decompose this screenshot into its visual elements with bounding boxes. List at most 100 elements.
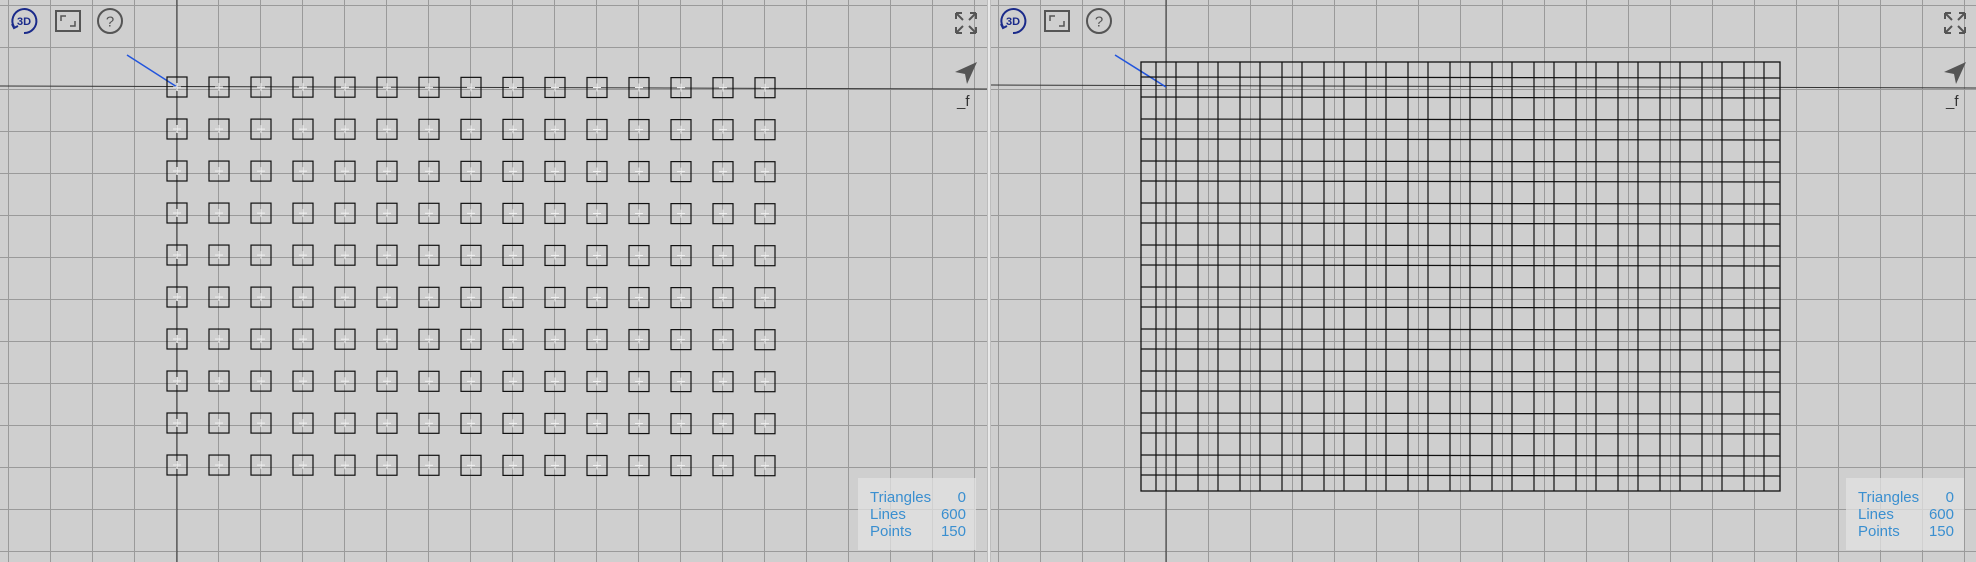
- wire-square: [712, 371, 734, 393]
- stats-row-lines: Lines 600: [858, 506, 976, 523]
- wire-square: [586, 370, 608, 393]
- help-button[interactable]: ?: [1083, 5, 1115, 37]
- stats-row-lines: Lines 600: [1846, 506, 1964, 523]
- wire-square: [334, 412, 356, 434]
- wire-square: [376, 328, 398, 350]
- navigation-arrow-icon: [1944, 62, 1966, 84]
- wire-square: [754, 371, 776, 393]
- wire-square: [418, 202, 440, 224]
- wire-square: [586, 202, 608, 225]
- wire-square: [250, 370, 272, 392]
- frame-view-button[interactable]: [1041, 5, 1073, 37]
- frame-icon: [55, 10, 81, 32]
- wire-square: [376, 160, 398, 182]
- scene-canvas-left[interactable]: [0, 0, 987, 562]
- wire-square: [670, 455, 692, 477]
- wire-square: [586, 244, 608, 267]
- f-label: _f: [957, 93, 970, 110]
- view-3d-toggle-button[interactable]: 3D: [8, 5, 40, 37]
- wire-square: [418, 412, 440, 434]
- wire-square: [754, 203, 776, 225]
- view-3d-toggle-button[interactable]: 3D: [997, 5, 1029, 37]
- wire-square: [502, 118, 524, 141]
- wire-square: [418, 244, 440, 266]
- scene-canvas-right[interactable]: [991, 0, 1976, 562]
- wire-square: [334, 328, 356, 350]
- wire-square: [544, 328, 566, 351]
- mesh-line-horizontal: [1140, 432, 1781, 435]
- stats-label: Lines: [1858, 506, 1894, 523]
- wire-square: [544, 244, 566, 267]
- wire-square: [250, 454, 272, 476]
- wire-square: [502, 328, 524, 350]
- wire-square: [250, 118, 272, 140]
- wire-square: [292, 118, 314, 140]
- wire-square: [754, 455, 776, 477]
- wire-square: [544, 286, 566, 309]
- wire-square: [502, 160, 524, 182]
- stats-label: Lines: [870, 506, 906, 523]
- fullscreen-icon: [955, 12, 977, 34]
- mesh-line-horizontal: [1140, 76, 1781, 79]
- stats-panel: Triangles 0 Lines 600 Points 150: [858, 478, 976, 550]
- mode-3d-label: 3D: [17, 16, 31, 28]
- navigation-arrow-icon: [955, 62, 977, 84]
- wire-square: [376, 202, 398, 224]
- mesh-line-horizontal: [1140, 202, 1781, 205]
- stats-value: 150: [940, 523, 966, 540]
- wire-square: [292, 412, 314, 434]
- navigate-button[interactable]: [1939, 57, 1971, 89]
- fullscreen-button[interactable]: [950, 7, 982, 39]
- wire-square: [544, 370, 566, 393]
- wire-square: [754, 329, 776, 351]
- help-button[interactable]: ?: [94, 5, 126, 37]
- wire-square: [544, 160, 566, 183]
- wire-square: [712, 287, 734, 309]
- wire-square: [334, 118, 356, 140]
- mesh-line-horizontal: [1140, 286, 1781, 289]
- wire-square: [670, 371, 692, 393]
- wire-square: [544, 454, 566, 477]
- rotate-3d-icon: 3D: [11, 8, 38, 35]
- wire-square: [628, 454, 650, 477]
- wire-square: [712, 329, 734, 351]
- wire-square: [292, 328, 314, 350]
- wire-square: [628, 244, 650, 267]
- wire-square: [250, 286, 272, 308]
- wire-square: [712, 455, 734, 477]
- mesh-line-horizontal: [1140, 96, 1781, 99]
- wire-square: [334, 370, 356, 392]
- wire-square: [460, 412, 482, 434]
- wire-square: [502, 244, 524, 266]
- wire-square: [628, 202, 650, 225]
- wire-square: [208, 118, 230, 140]
- frame-view-button[interactable]: [52, 5, 84, 37]
- viewport-right[interactable]: 3D ? _f Triangles 0 Lines 600 Points 150: [991, 0, 1976, 562]
- wire-square: [712, 161, 734, 183]
- viewport-left[interactable]: 3D ? _f Triangles 0 Lines 600 Points 150: [0, 0, 987, 562]
- stats-value: 600: [1928, 506, 1954, 523]
- wire-square: [376, 412, 398, 434]
- wire-square: [250, 412, 272, 434]
- navigate-button[interactable]: [950, 57, 982, 89]
- wire-square: [460, 118, 482, 140]
- wire-square: [250, 202, 272, 224]
- wire-square: [376, 370, 398, 392]
- svg-text:?: ?: [106, 14, 114, 31]
- wire-square: [250, 244, 272, 266]
- fullscreen-icon: [1944, 12, 1966, 34]
- axis-x-line: [991, 84, 1976, 89]
- stats-row-points: Points 150: [858, 523, 976, 540]
- mesh-line-horizontal: [1140, 306, 1781, 309]
- mesh-line-horizontal: [1140, 138, 1781, 141]
- wire-square: [418, 286, 440, 308]
- wire-square: [502, 454, 524, 476]
- wire-square: [418, 160, 440, 182]
- fullscreen-button[interactable]: [1939, 7, 1971, 39]
- mesh-line-horizontal: [1140, 118, 1781, 121]
- wire-square: [208, 328, 230, 350]
- help-icon: ?: [97, 8, 123, 34]
- mesh-line-horizontal: [1140, 348, 1781, 351]
- wire-square: [628, 412, 650, 435]
- wire-square: [208, 412, 230, 434]
